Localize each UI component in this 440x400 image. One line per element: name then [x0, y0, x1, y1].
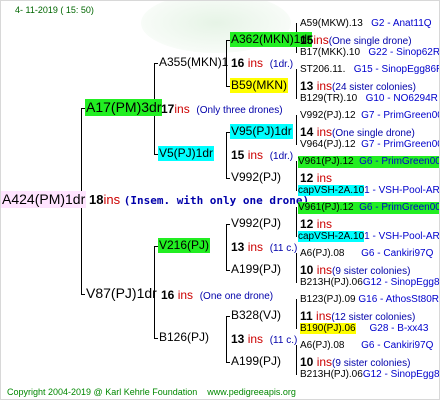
- dam-d1-a-ins-count: 12 ins: [300, 217, 333, 231]
- footer: Copyright 2004-2019 @ Karl Kehrle Founda…: [7, 387, 296, 398]
- root-queen[interactable]: A424(PM)1dr: [1, 191, 87, 208]
- sire-d1-ins-count: 16 ins (1dr.): [231, 56, 294, 70]
- sire-d2-b-queen[interactable]: V992(PJ): [230, 170, 282, 185]
- dam-d1-a-queen[interactable]: V992(PJ): [230, 216, 282, 231]
- dam-d2-a-mother: B190(PJ).06 G28 - B-xx43: [300, 323, 429, 334]
- dam-d1-a-father: V961(PJ).12 G6 - PrimGreen00: [298, 202, 440, 214]
- date-stamp: 4- 11-2019 ( 15: 50): [15, 5, 94, 15]
- dam-queen[interactable]: V87(PJ)1dr: [85, 285, 158, 302]
- site-link[interactable]: www.pedigreeapis.org: [207, 387, 296, 397]
- sire-d1-a-father: A59(MKW).13 G2 - Anat11Q: [300, 18, 432, 29]
- dam-d1-ins-count: 13 ins (11 c.): [231, 240, 298, 254]
- sire-d2-a-queen[interactable]: V95(PJ)1dr: [230, 124, 293, 139]
- sire-ins-count: 17ins (Only three drones): [161, 102, 283, 116]
- root-ins-count: 18ins (Insem. with only one drone): [89, 192, 310, 208]
- sire-d2-b-ins-count: 12 ins: [300, 171, 333, 185]
- sire-d1-queen[interactable]: A355(MKN)1: [158, 55, 229, 70]
- sire-d1-b-queen[interactable]: B59(MKN): [230, 78, 289, 93]
- connector: [296, 253, 297, 283]
- dam-d2-a-father: B123(PJ).09 G16 - AthosSt80R: [300, 294, 439, 305]
- sire-d2-b-father: V961(PJ).12 G6 - PrimGreen00: [298, 156, 440, 168]
- connector: [226, 316, 227, 362]
- connector: [296, 161, 297, 191]
- pedigree-chart: 4- 11-2019 ( 15: 50) A424(PM)1dr 18ins (…: [0, 0, 440, 400]
- sire-queen[interactable]: A17(PM)3dr: [85, 99, 163, 116]
- dam-d2-queen[interactable]: B126(PJ): [158, 330, 210, 345]
- dam-d2-a-queen[interactable]: B328(VJ): [230, 308, 282, 323]
- dam-ins-count: 16 ins (One one drone): [161, 288, 274, 302]
- dam-d2-b-father: A6(PJ).08 G6 - Cankiri97Q: [300, 340, 434, 351]
- dam-d2-b-mother: B213H(PJ).06G12 - SinopEgg86R: [300, 369, 440, 380]
- connector: [296, 207, 297, 237]
- copyright-text: Copyright 2004-2019 @ Karl Kehrle Founda…: [7, 387, 198, 397]
- dam-d1-b-father: A6(PJ).08 G6 - Cankiri97Q: [300, 248, 434, 259]
- sire-d1-a-mother: B17(MKK).10 G22 - Sinop62R: [300, 47, 440, 58]
- sire-d2-a-mother: V964(PJ).12 G7 - PrimGreen00: [300, 139, 440, 150]
- sire-d2-b-mother: capVSH-2A.101 - VSH-Pool-AR: [298, 185, 440, 196]
- connector: [296, 299, 297, 329]
- dam-d1-queen[interactable]: V216(PJ): [158, 238, 211, 253]
- dam-d2-b-queen[interactable]: A199(PJ): [230, 354, 282, 369]
- sire-d2-queen[interactable]: V5(PJ)1dr: [158, 146, 215, 161]
- connector: [226, 224, 227, 270]
- connector: [296, 345, 297, 375]
- connector: [296, 115, 297, 145]
- sire-d1-b-mother: B129(TR).10 G10 - NO6294R: [300, 93, 438, 104]
- dam-d2-ins-count: 13 ins (11 c.): [231, 332, 298, 346]
- connector: [296, 69, 297, 99]
- connector: [226, 132, 227, 178]
- dam-d1-b-queen[interactable]: A199(PJ): [230, 262, 282, 277]
- dam-d1-b-mother: B213H(PJ).06G12 - SinopEgg86R: [300, 277, 440, 288]
- sire-d2-ins-count: 15 ins (1dr.): [231, 148, 294, 162]
- dam-d1-a-mother: capVSH-2A.101 - VSH-Pool-AR: [298, 231, 440, 242]
- sire-d1-b-father: ST206.11. G15 - SinopEgg86R: [300, 64, 440, 75]
- sire-d2-a-father: V992(PJ).12 G7 - PrimGreen00: [300, 110, 440, 121]
